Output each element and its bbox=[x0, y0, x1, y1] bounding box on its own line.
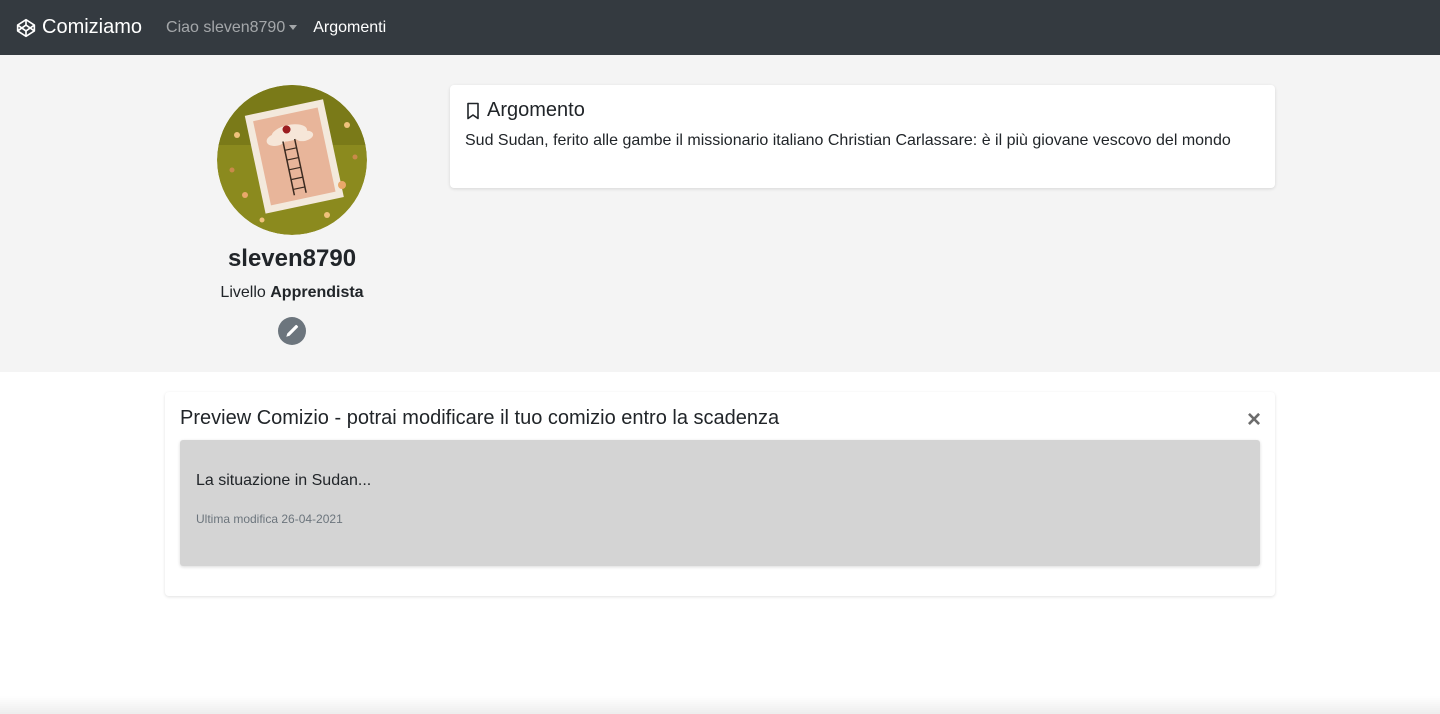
caret-down-icon bbox=[289, 25, 298, 30]
user-avatar bbox=[217, 85, 367, 235]
codepen-logo-icon bbox=[16, 18, 36, 37]
preview-title: Preview Comizio - potrai modificare il t… bbox=[180, 407, 780, 429]
profile-level: Livello Apprendista bbox=[182, 283, 402, 303]
close-icon[interactable]: × bbox=[1247, 408, 1261, 432]
top-navbar: Comiziamo Ciao sleven8790 Argomenti bbox=[0, 0, 1440, 55]
profile-panel: sleven8790 Livello Apprendista bbox=[182, 85, 402, 345]
topic-heading: Argomento bbox=[487, 99, 585, 121]
topic-card-header: Argomento bbox=[465, 99, 1260, 122]
pencil-icon bbox=[286, 324, 299, 337]
profile-hero: sleven8790 Livello Apprendista Argomento… bbox=[0, 55, 1440, 372]
user-menu-label: Ciao sleven8790 bbox=[166, 18, 286, 36]
profile-level-value: Apprendista bbox=[270, 284, 364, 301]
profile-username: sleven8790 bbox=[227, 245, 357, 272]
bookmark-icon bbox=[467, 102, 479, 119]
profile-level-label: Livello bbox=[220, 284, 266, 301]
edit-profile-button[interactable] bbox=[278, 317, 306, 345]
topic-card: Argomento Sud Sudan, ferito alle gambe i… bbox=[450, 85, 1275, 188]
last-modified-date: Ultima modifica 26-04-2021 bbox=[196, 512, 343, 526]
topic-title: Sud Sudan, ferito alle gambe il missiona… bbox=[465, 132, 1231, 149]
brand-link[interactable]: Comiziamo bbox=[16, 16, 142, 39]
user-menu-dropdown[interactable]: Ciao sleven8790 bbox=[166, 18, 298, 37]
nav-link-argomenti[interactable]: Argomenti bbox=[313, 19, 386, 37]
preview-body-text: La situazione in Sudan... bbox=[196, 472, 372, 489]
nav-link-argomenti-label: Argomenti bbox=[313, 18, 387, 36]
brand-name: Comiziamo bbox=[42, 16, 143, 38]
preview-comizio-box[interactable]: La situazione in Sudan... Ultima modific… bbox=[180, 440, 1260, 566]
bottom-edge-shadow bbox=[0, 696, 1440, 714]
preview-card: Preview Comizio - potrai modificare il t… bbox=[165, 392, 1275, 596]
